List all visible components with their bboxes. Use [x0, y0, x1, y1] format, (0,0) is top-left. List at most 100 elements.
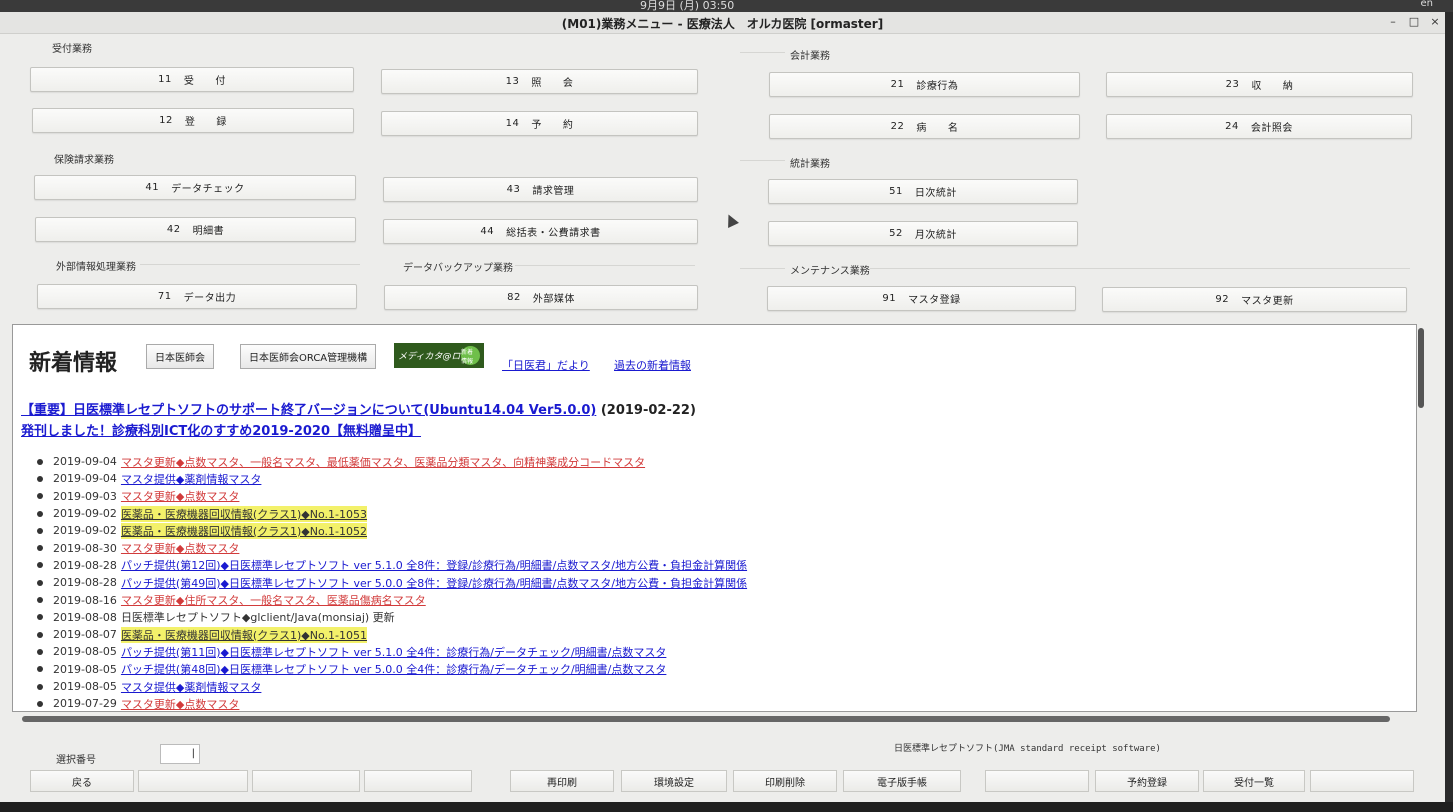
menu-number: 13 [505, 76, 520, 87]
news-date: 2019-09-02 [53, 524, 117, 538]
news-link[interactable]: マスタ更新◆点数マスタ [121, 540, 239, 556]
news-link[interactable]: マスタ更新◆点数マスタ、一般名マスタ、最低薬価マスタ、医薬品分類マスタ、向精神薬… [121, 454, 645, 470]
news-date: 2019-09-02 [53, 507, 117, 521]
menu-button-13-inquiry[interactable]: 13 照 会 [381, 69, 698, 94]
maximize-icon[interactable]: □ [1407, 15, 1421, 28]
menu-number: 24 [1225, 121, 1239, 132]
divider [740, 160, 785, 161]
function-key-11[interactable]: 受付一覧 [1203, 770, 1305, 792]
news-link[interactable]: マスタ提供◆薬剤情報マスタ [121, 679, 261, 695]
bullet-icon [37, 562, 43, 569]
news-link[interactable]: 医薬品・医療機器回収情報(クラス1)◆No.1-1051 [120, 626, 367, 643]
screen-bezel [0, 802, 1453, 812]
menu-button-82-external-media[interactable]: 82 外部媒体 [384, 285, 698, 310]
news-item: 2019-08-28 パッチ提供(第12回)◆日医標準レセプトソフト ver 5.… [37, 557, 945, 574]
news-link[interactable]: パッチ提供(第49回)◆日医標準レセプトソフト ver 5.0.0 全8件：登録… [121, 575, 747, 591]
menu-number: 43 [506, 184, 521, 195]
system-tray: en [1421, 0, 1434, 9]
menu-number: 71 [157, 291, 172, 302]
menu-button-91-master-register[interactable]: 91 マスタ登録 [767, 286, 1076, 311]
menu-label: 月次統計 [914, 230, 957, 241]
menu-button-24-account-inquiry[interactable]: 24 会計照会 [1106, 114, 1412, 139]
function-key-1[interactable]: 戻る [30, 770, 134, 792]
news-item: 2019-09-02 医薬品・医療機器回収情報(クラス1)◆No.1-1053 [37, 505, 945, 522]
menu-button-71-data-output[interactable]: 71 データ出力 [37, 284, 357, 309]
close-icon[interactable]: × [1428, 15, 1442, 28]
headline-publication-link[interactable]: 発刊しました！診療科別ICT化のすすめ2019-2020【無料贈呈中】 [21, 424, 421, 439]
menu-button-11-reception[interactable]: 11 受 付 [30, 67, 354, 92]
news-item: 2019-09-04 マスタ更新◆点数マスタ、一般名マスタ、最低薬価マスタ、医薬品… [37, 453, 945, 470]
menu-label: データ出力 [183, 293, 237, 304]
menu-label: 照 会 [531, 78, 574, 89]
function-key-6[interactable]: 環境設定 [621, 770, 727, 792]
menu-button-21-treatment[interactable]: 21 診療行為 [769, 72, 1080, 97]
menu-label: 受 付 [183, 76, 226, 87]
menu-button-22-disease[interactable]: 22 病 名 [769, 114, 1080, 139]
menu-number: 12 [159, 115, 173, 126]
past-news-link[interactable]: 過去の新着情報 [614, 357, 691, 373]
menu-button-23-payment[interactable]: 23 収 納 [1106, 72, 1413, 97]
news-item: 2019-09-02 医薬品・医療機器回収情報(クラス1)◆No.1-1052 [37, 522, 945, 539]
menu-button-51-daily-stats[interactable]: 51 日次統計 [768, 179, 1078, 204]
bullet-icon [37, 579, 43, 586]
news-link[interactable]: マスタ更新◆点数マスタ [121, 488, 239, 504]
news-link[interactable]: マスタ提供◆薬剤情報マスタ [121, 471, 261, 487]
jma-button[interactable]: 日本医師会 [146, 344, 214, 369]
function-key-4[interactable] [364, 770, 472, 792]
menu-number: 41 [145, 182, 160, 193]
select-number-input[interactable]: | [160, 744, 200, 764]
vertical-scrollbar[interactable] [1418, 328, 1424, 408]
news-link[interactable]: パッチ提供(第48回)◆日医標準レセプトソフト ver 5.0.0 全4件：診療… [121, 661, 666, 677]
menu-button-43-billing[interactable]: 43 請求管理 [383, 177, 698, 202]
menu-button-42-statement[interactable]: 42 明細書 [35, 217, 356, 242]
orca-button[interactable]: 日本医師会ORCA管理機構 [240, 344, 377, 369]
system-top-bar: 9月9日 (月) 03:50 en [0, 0, 1453, 12]
horizontal-scrollbar[interactable] [22, 716, 1390, 722]
news-date: 2019-08-05 [53, 680, 117, 693]
bullet-icon [37, 683, 43, 690]
news-link[interactable]: マスタ更新◆住所マスタ、一般名マスタ、医薬品傷病名マスタ [121, 592, 426, 608]
menu-button-14-appointment[interactable]: 14 予 約 [381, 111, 698, 136]
news-link[interactable]: 医薬品・医療機器回収情報(クラス1)◆No.1-1053 [120, 505, 367, 522]
news-date: 2019-08-05 [53, 645, 117, 659]
headline-important-link[interactable]: 【重要】日医標準レセプトソフトのサポート終了バージョンについて(Ubuntu14… [21, 403, 596, 418]
menu-label: 予 約 [531, 120, 574, 131]
menu-label: 登 録 [184, 117, 227, 128]
news-item: 2019-08-28 パッチ提供(第49回)◆日医標準レセプトソフト ver 5.… [37, 574, 945, 591]
function-key-10[interactable]: 予約登録 [1095, 770, 1199, 792]
news-item: 2019-08-08 日医標準レセプトソフト◆glclient/Java(mons… [37, 609, 945, 626]
headline-publication: 発刊しました！診療科別ICT化のすすめ2019-2020【無料贈呈中】 [21, 420, 421, 439]
menu-label: 収 納 [1251, 81, 1294, 92]
menu-button-92-master-update[interactable]: 92 マスタ更新 [1102, 287, 1407, 312]
menu-label: 会計照会 [1250, 123, 1293, 134]
news-link[interactable]: マスタ更新◆点数マスタ [121, 696, 239, 711]
function-key-3[interactable] [252, 770, 360, 792]
bullet-icon [37, 666, 43, 673]
medikata-log-banner[interactable]: メディカタ@ログ 新着 情報 [394, 343, 484, 368]
menu-button-12-register[interactable]: 12 登 録 [32, 108, 354, 133]
select-number-label: 選択番号 [56, 755, 96, 766]
function-key-7[interactable]: 印刷削除 [733, 770, 837, 792]
news-link[interactable]: パッチ提供(第11回)◆日医標準レセプトソフト ver 5.1.0 全4件：診療… [121, 644, 666, 660]
function-key-8[interactable]: 電子版手帳 [843, 770, 961, 792]
menu-label: 日次統計 [914, 188, 957, 199]
menu-number: 51 [889, 186, 903, 197]
function-key-2[interactable] [138, 770, 248, 792]
section-maintenance: メンテナンス業務 [790, 266, 870, 277]
bullet-icon [37, 631, 43, 638]
headline-important: 【重要】日医標準レセプトソフトのサポート終了バージョンについて(Ubuntu14… [21, 399, 696, 418]
bullet-icon [37, 458, 43, 465]
news-link[interactable]: 医薬品・医療機器回収情報(クラス1)◆No.1-1052 [120, 522, 367, 539]
language-indicator[interactable]: en [1421, 0, 1434, 9]
function-key-9[interactable] [985, 770, 1089, 792]
function-key-12[interactable] [1310, 770, 1414, 792]
menu-button-41-data-check[interactable]: 41 データチェック [34, 175, 356, 200]
menu-button-52-monthly-stats[interactable]: 52 月次統計 [768, 221, 1078, 246]
nichiikun-link[interactable]: 「日医君」だより [502, 357, 590, 373]
minimize-icon[interactable]: – [1386, 15, 1400, 28]
news-link[interactable]: パッチ提供(第12回)◆日医標準レセプトソフト ver 5.1.0 全8件：登録… [121, 557, 747, 573]
medikata-label: メディカタ@ログ [398, 352, 470, 362]
menu-button-44-summary[interactable]: 44 総括表・公費請求書 [383, 219, 698, 244]
menu-label: マスタ更新 [1241, 296, 1294, 307]
function-key-5[interactable]: 再印刷 [510, 770, 614, 792]
